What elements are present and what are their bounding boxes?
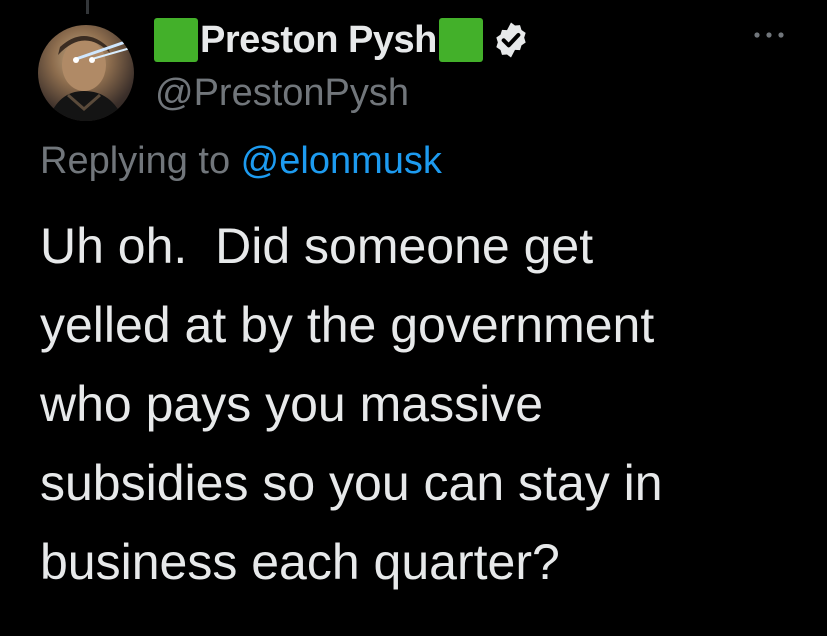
tweet-text-line: yelled at by the government <box>40 297 655 353</box>
tweet-text-line: Uh oh. Did someone get <box>40 218 594 274</box>
author-handle[interactable]: @PrestonPysh <box>155 72 409 115</box>
tweet-text-line: subsidies so you can stay in <box>40 455 663 511</box>
green-square-icon <box>438 18 483 62</box>
green-square-icon <box>154 18 198 62</box>
more-options-icon[interactable] <box>752 28 786 42</box>
author-name-row[interactable]: Preston Pysh <box>154 16 531 64</box>
tweet-text-line: business each quarter? <box>40 534 560 590</box>
replying-prefix: Replying to <box>40 140 241 182</box>
verified-badge-icon <box>496 22 526 58</box>
thread-connector-line <box>86 0 89 14</box>
author-display-name[interactable]: Preston Pysh <box>200 19 437 62</box>
tweet-text-line: who pays you massive <box>40 376 544 432</box>
avatar[interactable] <box>38 25 134 121</box>
tweet-text: Uh oh. Did someone get yelled at by the … <box>40 207 800 602</box>
replying-to-mention-link[interactable]: @elonmusk <box>241 140 442 182</box>
avatar-photo <box>48 36 134 121</box>
replying-to-line: Replying to @elonmusk <box>40 140 442 183</box>
